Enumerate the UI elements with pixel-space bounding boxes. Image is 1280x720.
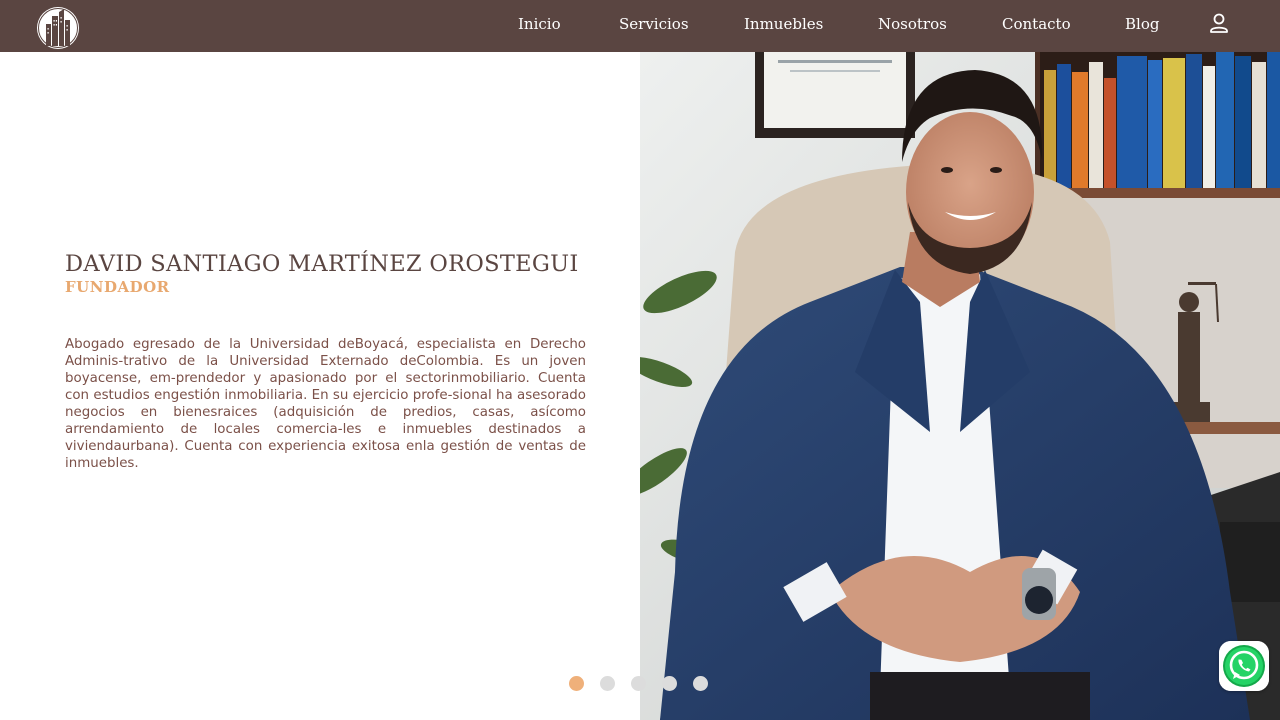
- profile-role: FUNDADOR: [65, 278, 170, 296]
- building-logo-icon[interactable]: [36, 6, 80, 50]
- nav-servicios[interactable]: Servicios: [619, 14, 689, 34]
- founder-portrait-photo: [640, 52, 1280, 720]
- nav-contacto[interactable]: Contacto: [1002, 14, 1071, 34]
- nav-nosotros[interactable]: Nosotros: [878, 14, 947, 34]
- slider-dot-1[interactable]: [569, 676, 584, 691]
- nav-inicio[interactable]: Inicio: [518, 14, 561, 34]
- slider-dot-3[interactable]: [631, 676, 646, 691]
- whatsapp-icon: [1219, 641, 1269, 691]
- nav-blog[interactable]: Blog: [1125, 14, 1159, 34]
- user-icon[interactable]: [1206, 10, 1232, 36]
- profile-text-panel: DAVID SANTIAGO MARTÍNEZ OROSTEGUI FUNDAD…: [0, 52, 640, 720]
- whatsapp-button[interactable]: [1219, 641, 1269, 691]
- slider-dot-5[interactable]: [693, 676, 708, 691]
- slider-dot-4[interactable]: [662, 676, 677, 691]
- nav-inmuebles[interactable]: Inmuebles: [744, 14, 823, 34]
- slider-dot-2[interactable]: [600, 676, 615, 691]
- profile-bio: Abogado egresado de la Universidad deBoy…: [65, 337, 586, 471]
- profile-name: DAVID SANTIAGO MARTÍNEZ OROSTEGUI: [65, 251, 579, 277]
- site-header: Inicio Servicios Inmuebles Nosotros Cont…: [0, 0, 1280, 52]
